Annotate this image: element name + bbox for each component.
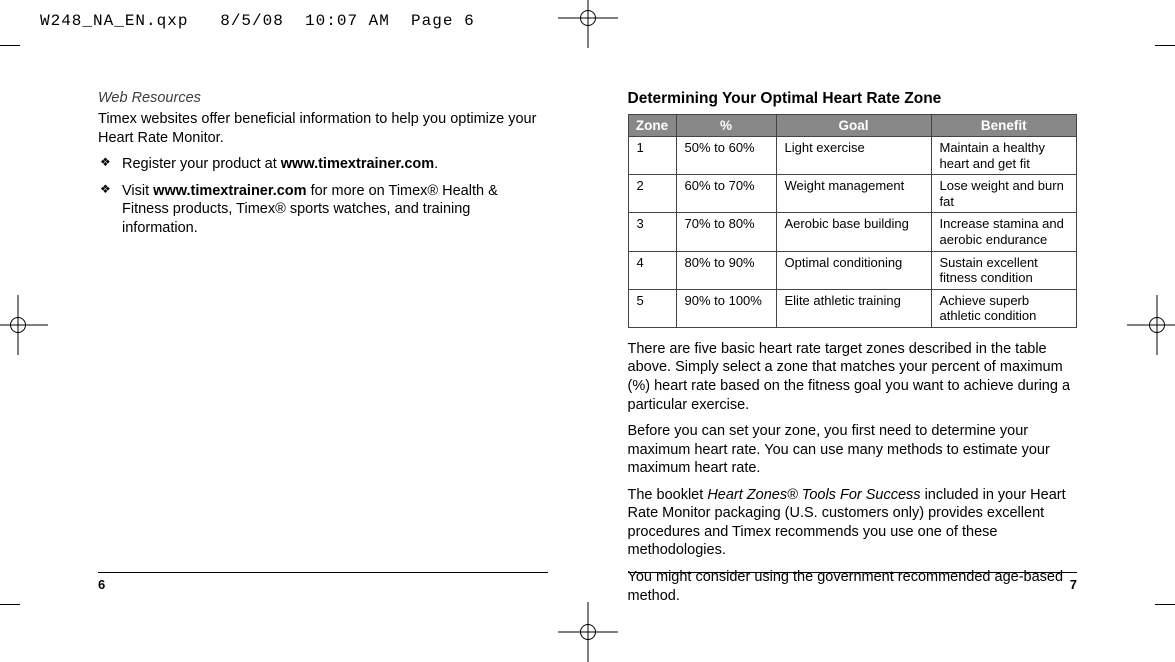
prepress-header: W248_NA_EN.qxp 8/5/08 10:07 AM Page 6 [40,12,475,30]
cell-zone: 4 [628,251,676,289]
crop-mark [0,45,20,46]
page-number-right: 7 [628,572,1078,592]
cell-zone: 3 [628,213,676,251]
paragraph: There are five basic heart rate target z… [628,340,1078,414]
cell-benefit: Maintain a healthy heart and get fit [931,137,1077,175]
text: The booklet [628,487,708,503]
web-resources-heading: Web Resources [98,90,548,106]
table-row: 370% to 80%Aerobic base buildingIncrease… [628,213,1077,251]
paragraph: The booklet Heart Zones® Tools For Succe… [628,486,1078,560]
table-row: 480% to 90%Optimal conditioningSustain e… [628,251,1077,289]
cell-benefit: Increase stamina and aerobic endurance [931,213,1077,251]
cell-pct: 90% to 100% [676,289,776,327]
cell-pct: 80% to 90% [676,251,776,289]
paragraph: Before you can set your zone, you first … [628,422,1078,478]
text: Register your product at [122,156,281,172]
cell-benefit: Achieve superb athletic condition [931,289,1077,327]
cell-benefit: Sustain excellent fitness condition [931,251,1077,289]
heart-rate-zone-table: Zone % Goal Benefit 150% to 60%Light exe… [628,114,1078,328]
text: Visit [122,183,153,199]
cell-goal: Aerobic base building [776,213,931,251]
crop-mark [0,604,20,605]
cell-zone: 1 [628,137,676,175]
web-resources-list: Register your product at www.timextraine… [98,155,548,237]
col-percent: % [676,115,776,137]
cell-pct: 50% to 60% [676,137,776,175]
registration-mark-bottom [570,614,606,650]
cell-benefit: Lose weight and burn fat [931,175,1077,213]
cell-goal: Elite athletic training [776,289,931,327]
page-number-left: 6 [98,572,548,592]
col-benefit: Benefit [931,115,1077,137]
cell-pct: 70% to 80% [676,213,776,251]
right-page: Determining Your Optimal Heart Rate Zone… [588,90,1175,590]
registration-mark-top [570,0,606,36]
crop-mark [1155,45,1175,46]
cell-goal: Light exercise [776,137,931,175]
col-zone: Zone [628,115,676,137]
table-header-row: Zone % Goal Benefit [628,115,1077,137]
list-item: Register your product at www.timextraine… [98,155,548,174]
link-text: www.timextrainer.com [153,183,306,199]
col-goal: Goal [776,115,931,137]
crop-mark [1155,604,1175,605]
cell-zone: 5 [628,289,676,327]
link-text: www.timextrainer.com [281,156,434,172]
cell-pct: 60% to 70% [676,175,776,213]
cell-goal: Optimal conditioning [776,251,931,289]
cell-zone: 2 [628,175,676,213]
table-row: 260% to 70%Weight managementLose weight … [628,175,1077,213]
heart-rate-zone-heading: Determining Your Optimal Heart Rate Zone [628,90,1078,108]
list-item: Visit www.timextrainer.com for more on T… [98,182,548,238]
table-row: 590% to 100%Elite athletic trainingAchie… [628,289,1077,327]
cell-goal: Weight management [776,175,931,213]
text: . [434,156,438,172]
table-row: 150% to 60%Light exerciseMaintain a heal… [628,137,1077,175]
left-page: Web Resources Timex websites offer benef… [0,90,588,590]
booklet-title: Heart Zones® Tools For Success [707,487,920,503]
web-resources-intro: Timex websites offer beneficial informat… [98,110,548,147]
